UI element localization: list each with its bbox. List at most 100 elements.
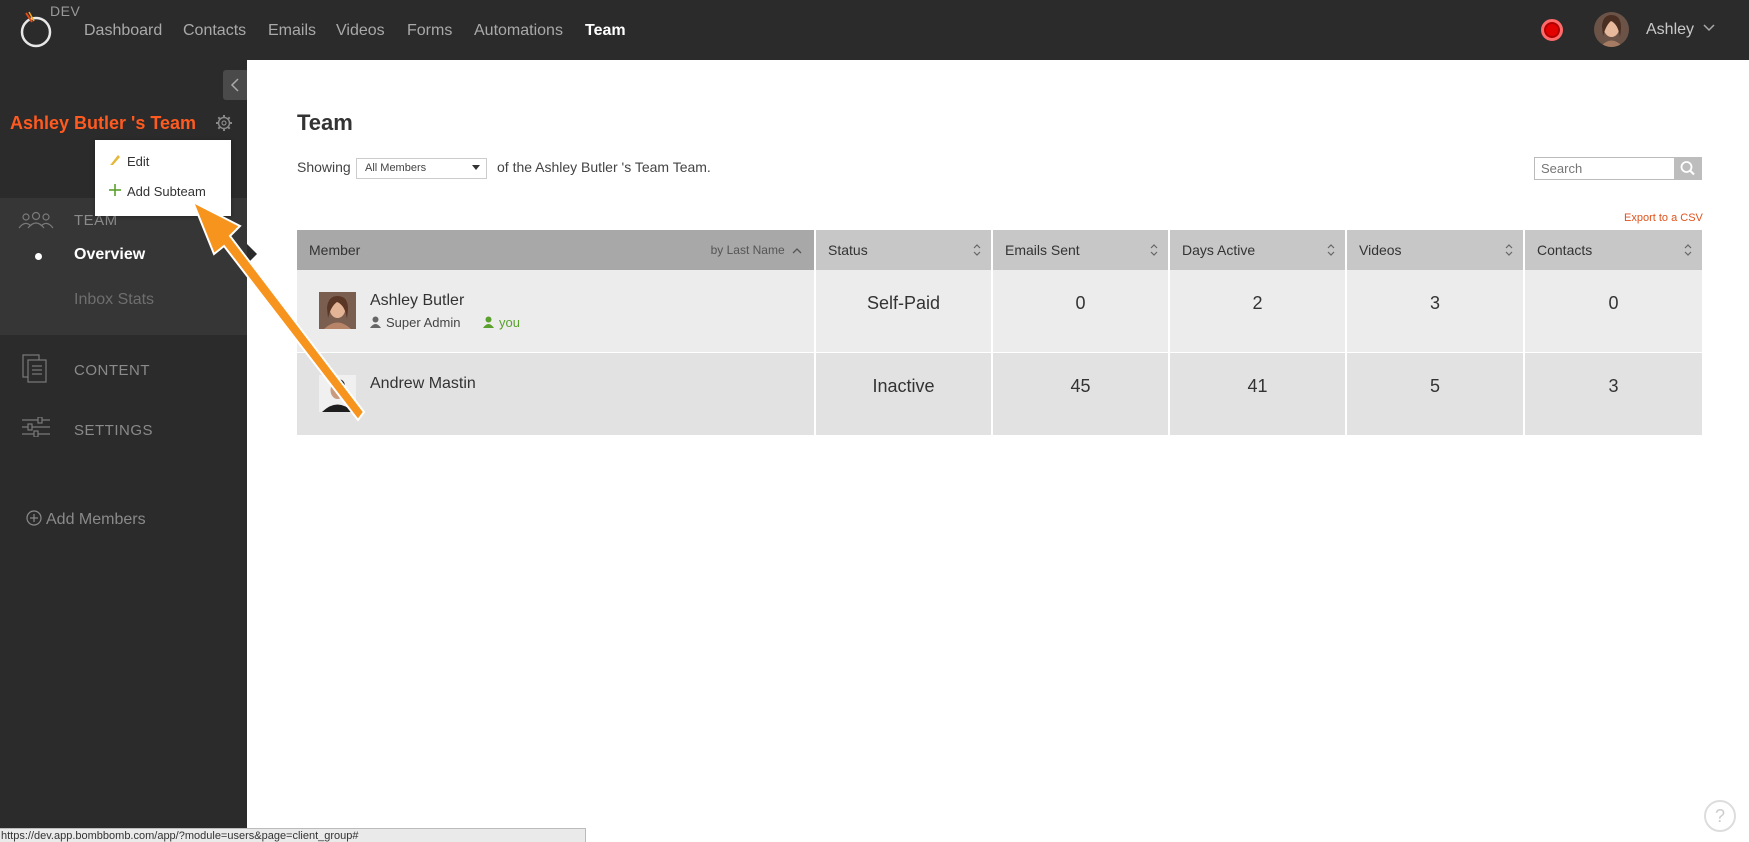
status-value: Inactive	[872, 376, 935, 396]
nav-forms[interactable]: Forms	[407, 22, 452, 40]
settings-sliders-icon	[22, 417, 50, 437]
active-pointer	[247, 244, 257, 264]
member-avatar	[319, 292, 356, 329]
nav-emails[interactable]: Emails	[268, 22, 316, 40]
export-csv-link[interactable]: Export to a CSV	[1624, 212, 1703, 224]
days-active-value: 41	[1247, 376, 1268, 396]
column-label: Contacts	[1537, 242, 1593, 258]
column-label: Days Active	[1182, 242, 1256, 258]
filter-selected-value: All Members	[365, 162, 427, 174]
team-icon	[18, 211, 54, 229]
sort-icon	[1150, 244, 1158, 256]
plus-icon	[109, 184, 121, 196]
environment-label: DEV	[50, 3, 81, 19]
user-icon	[370, 316, 381, 328]
menu-item-add-subteam[interactable]: Add Subteam	[109, 184, 206, 199]
chevron-up-icon	[792, 248, 802, 254]
emails-sent-cell: 0	[993, 270, 1170, 352]
add-members-button[interactable]: Add Members	[26, 510, 146, 529]
help-icon[interactable]: ?	[1704, 800, 1736, 832]
member-avatar	[319, 375, 356, 412]
member-cell: Ashley Butler Super Admin you	[297, 270, 816, 352]
column-label: Status	[828, 242, 868, 258]
emails-sent-value: 0	[1075, 293, 1086, 313]
edit-label: Edit	[127, 154, 150, 169]
user-avatar[interactable]	[1594, 12, 1629, 47]
nav-automations[interactable]: Automations	[474, 22, 563, 40]
contacts-cell: 3	[1525, 353, 1702, 435]
user-icon	[483, 316, 494, 328]
sort-icon	[1684, 244, 1692, 256]
status-cell: Self-Paid	[816, 270, 993, 352]
user-name[interactable]: Ashley	[1646, 21, 1694, 39]
member-cell: Andrew Mastin	[297, 353, 816, 435]
videos-cell: 5	[1347, 353, 1525, 435]
days-active-cell: 2	[1170, 270, 1347, 352]
sidebar-item-overview[interactable]: Overview	[74, 246, 145, 264]
of-team-text: of the Ashley Butler 's Team Team.	[497, 159, 711, 175]
column-label: Member	[309, 242, 361, 258]
sort-by-last-name[interactable]: by Last Name	[711, 243, 802, 257]
add-members-label: Add Members	[46, 511, 146, 528]
add-subteam-label: Add Subteam	[127, 184, 206, 199]
search-icon	[1680, 161, 1695, 176]
add-circle-icon	[26, 510, 42, 526]
sort-icon	[1505, 244, 1513, 256]
table-header: Member by Last Name Status Emails Sent D…	[297, 230, 1702, 270]
contacts-cell: 0	[1525, 270, 1702, 352]
bombbomb-logo-icon[interactable]	[18, 10, 54, 48]
sort-icon	[973, 244, 981, 256]
column-header-contacts[interactable]: Contacts	[1525, 230, 1702, 270]
column-label: Videos	[1359, 242, 1402, 258]
column-header-emails-sent[interactable]: Emails Sent	[993, 230, 1170, 270]
sidebar-item-content[interactable]: CONTENT	[74, 362, 150, 379]
menu-item-edit[interactable]: Edit	[109, 154, 149, 169]
emails-sent-cell: 45	[993, 353, 1170, 435]
search-button[interactable]	[1674, 157, 1702, 180]
sort-icon	[1327, 244, 1335, 256]
nav-contacts[interactable]: Contacts	[183, 22, 246, 40]
member-filter-select[interactable]: All Members	[356, 158, 487, 179]
you-badge: you	[483, 315, 520, 330]
sidebar-item-settings[interactable]: SETTINGS	[74, 422, 153, 439]
content-icon	[22, 354, 47, 383]
team-options-menu: Edit Add Subteam	[95, 140, 231, 216]
gear-icon[interactable]	[215, 114, 233, 132]
table-row[interactable]: Andrew Mastin Inactive 45 41 5 3	[297, 353, 1702, 435]
contacts-value: 0	[1608, 293, 1619, 313]
chevron-down-icon[interactable]	[1703, 21, 1715, 35]
member-name[interactable]: Ashley Butler	[370, 292, 464, 310]
column-header-videos[interactable]: Videos	[1347, 230, 1525, 270]
pencil-icon	[110, 155, 120, 165]
videos-cell: 3	[1347, 270, 1525, 352]
sidebar-item-inbox-stats[interactable]: Inbox Stats	[74, 291, 154, 309]
column-header-status[interactable]: Status	[816, 230, 993, 270]
contacts-value: 3	[1608, 376, 1619, 396]
table-row[interactable]: Ashley Butler Super Admin you Self-Paid …	[297, 270, 1702, 352]
nav-team[interactable]: Team	[585, 22, 626, 40]
search-input[interactable]	[1534, 157, 1675, 180]
team-title: Ashley Butler 's Team	[10, 113, 197, 133]
column-label: Emails Sent	[1005, 242, 1080, 258]
member-role: Super Admin	[370, 315, 460, 330]
you-label: you	[499, 315, 520, 330]
status-bar-url: https://dev.app.bombbomb.com/app/?module…	[0, 828, 586, 842]
collapse-sidebar-icon[interactable]	[223, 70, 247, 100]
column-header-days-active[interactable]: Days Active	[1170, 230, 1347, 270]
videos-value: 5	[1429, 376, 1440, 396]
emails-sent-value: 45	[1070, 376, 1091, 396]
sort-label: by Last Name	[710, 243, 785, 257]
column-header-member[interactable]: Member by Last Name	[297, 230, 816, 270]
status-value: Self-Paid	[866, 293, 941, 313]
active-bullet	[35, 253, 42, 260]
top-navigation-bar: DEV Dashboard Contacts Emails Videos For…	[0, 0, 1749, 60]
page-title: Team	[297, 110, 353, 135]
days-active-value: 2	[1252, 293, 1263, 313]
nav-videos[interactable]: Videos	[336, 22, 385, 40]
nav-dashboard[interactable]: Dashboard	[84, 22, 162, 40]
role-label: Super Admin	[386, 315, 461, 330]
videos-value: 3	[1429, 293, 1440, 313]
record-button[interactable]	[1541, 19, 1563, 41]
member-name[interactable]: Andrew Mastin	[370, 375, 476, 393]
status-cell: Inactive	[816, 353, 993, 435]
